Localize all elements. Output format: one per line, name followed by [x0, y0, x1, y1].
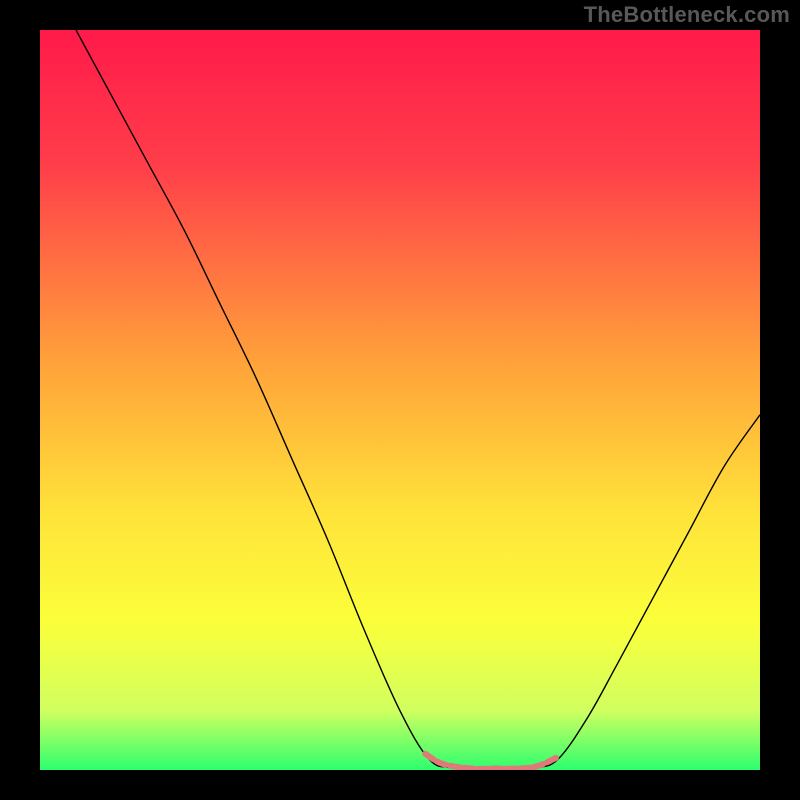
gradient-background: [40, 30, 760, 770]
chart-container: TheBottleneck.com: [0, 0, 800, 800]
plot-area: [40, 30, 760, 770]
chart-svg: [40, 30, 760, 770]
watermark-text: TheBottleneck.com: [584, 2, 790, 28]
